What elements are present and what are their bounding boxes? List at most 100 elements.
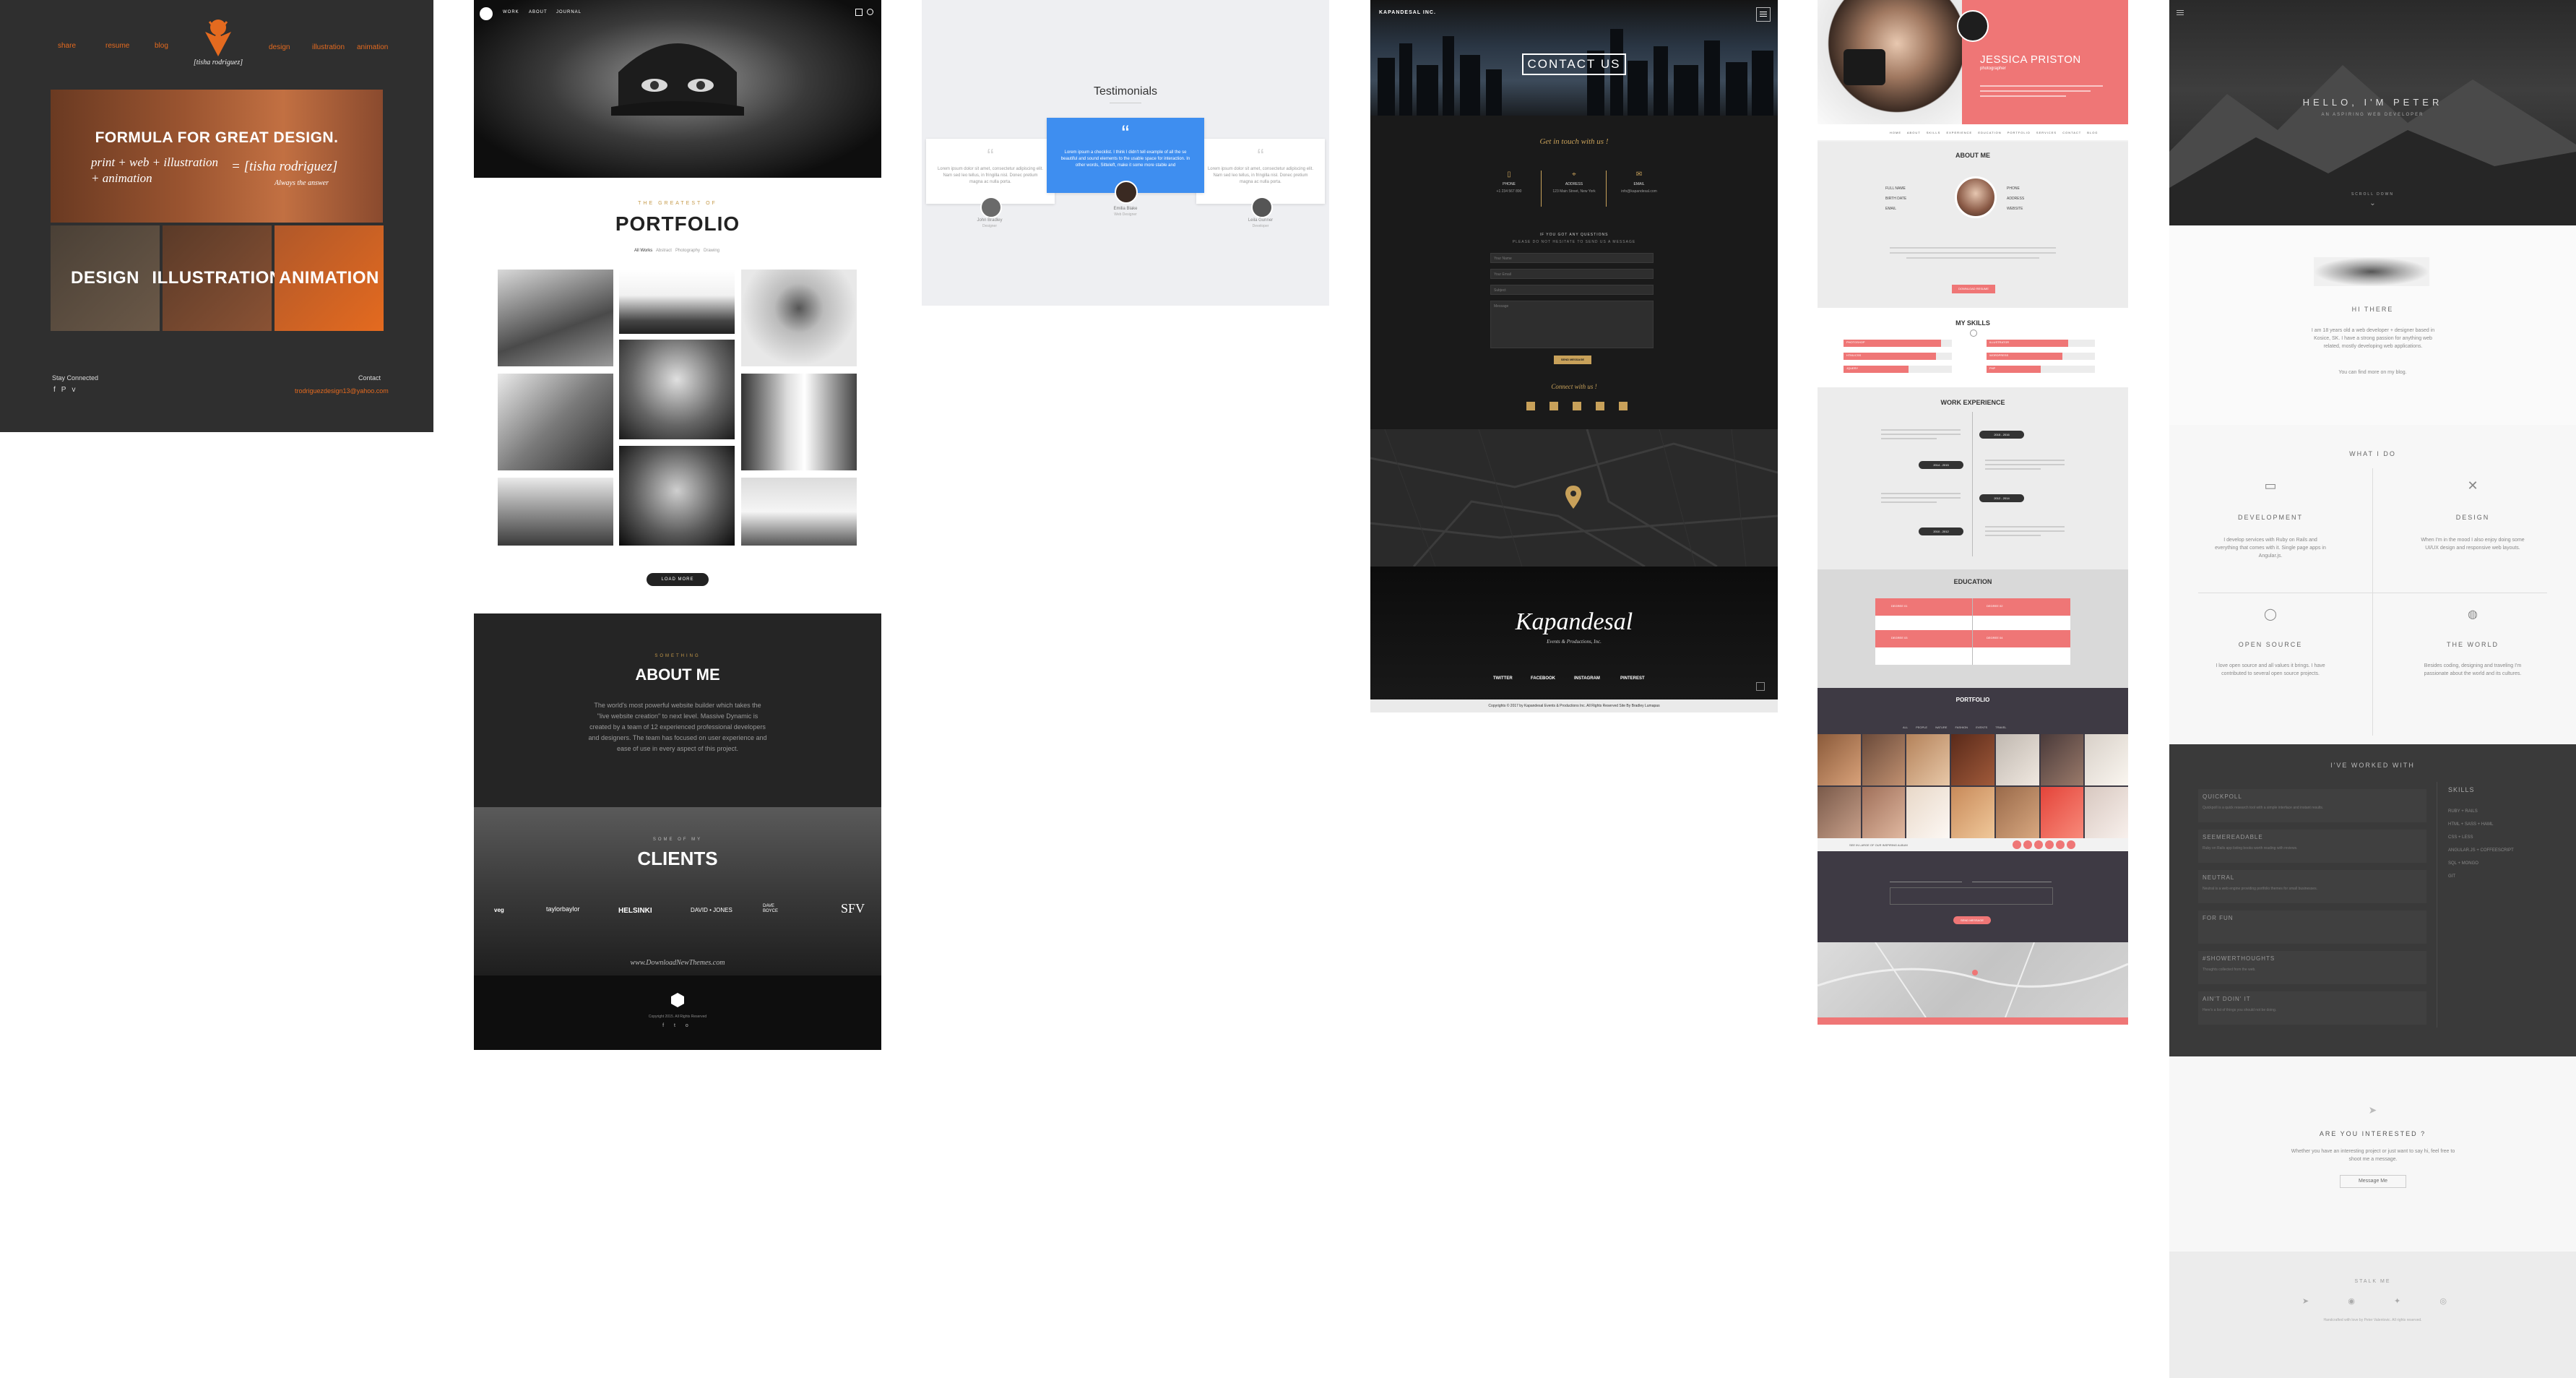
filter-travel[interactable]: TRAVEL [1995, 725, 2006, 729]
portfolio-thumb[interactable] [1951, 734, 1994, 785]
send-message-button[interactable]: SEND MESSAGE [1953, 916, 1991, 924]
worked-item[interactable]: QUICKPOLL Quickpoll is a quick research t… [2198, 789, 2426, 822]
page-dot[interactable] [2045, 840, 2054, 849]
portfolio-thumb[interactable] [1906, 734, 1950, 785]
filter-fashion[interactable]: FASHION [1955, 725, 1968, 729]
paper-plane-icon[interactable]: ➤ [2302, 1296, 2309, 1306]
nav-blog[interactable]: BLOG [2087, 131, 2098, 134]
nav-experience[interactable]: EXPERIENCE [1946, 131, 1972, 134]
facebook-icon[interactable]: f [53, 386, 61, 394]
portfolio-filters[interactable]: All Works Abstract Photography Drawing [634, 249, 719, 253]
map-area[interactable] [1817, 942, 2129, 1018]
footer-link-pinterest[interactable]: PINTEREST [1620, 676, 1645, 681]
page-dot[interactable] [2067, 840, 2075, 849]
brand-logo-icon[interactable] [1957, 10, 1989, 42]
filter-drawing[interactable]: Drawing [704, 249, 719, 253]
filter-all[interactable]: ALL [1903, 725, 1908, 729]
portfolio-thumb[interactable] [2085, 787, 2128, 838]
tile-illustration[interactable]: ILLUSTRATION [152, 225, 282, 331]
chevron-down-icon[interactable]: ⌄ [2169, 199, 2576, 207]
contact-email[interactable]: trodriguezdesign13@yahoo.com [295, 387, 389, 395]
message-me-button[interactable]: Message Me [2340, 1175, 2406, 1188]
contact-email-input[interactable] [1972, 874, 2052, 882]
portfolio-thumb[interactable] [2040, 787, 2084, 838]
portfolio-thumb[interactable] [1995, 734, 2039, 785]
page-dot[interactable] [2034, 840, 2043, 849]
worked-item[interactable]: #SHOWERTHOUGHTS Thoughts collected from t… [2198, 951, 2426, 984]
worked-item[interactable]: AIN'T DOIN' IT Here's a list of things yo… [2198, 991, 2426, 1025]
email-input[interactable]: Your Email [1490, 269, 1654, 279]
nav-journal[interactable]: JOURNAL [556, 10, 582, 14]
facebook-icon[interactable] [1526, 402, 1535, 410]
portfolio-thumb[interactable] [2040, 734, 2084, 785]
filter-people[interactable]: PEOPLE [1916, 725, 1927, 729]
social-icon-row[interactable] [1526, 402, 1628, 410]
send-message-button[interactable]: SEND MESSAGE [1554, 356, 1591, 364]
map-marker-icon[interactable] [1565, 486, 1581, 509]
download-resume-button[interactable]: DOWNLOAD RESUME [1952, 285, 1995, 293]
nav-services[interactable]: SERVICES [2036, 131, 2057, 134]
filter-nature[interactable]: NATURE [1935, 725, 1947, 729]
nav-blog[interactable]: blog [155, 42, 168, 50]
filter-all[interactable]: All Works [634, 249, 652, 253]
dribbble-icon[interactable]: ◎ [2439, 1296, 2447, 1306]
nav-items[interactable]: HOME ABOUT SKILLS EXPERIENCE EDUCATION P… [1890, 131, 2098, 134]
message-textarea[interactable]: Message [1490, 301, 1654, 348]
tisha-logo[interactable]: [tisha rodriguez] [189, 14, 247, 66]
portfolio-photo-grass[interactable] [498, 374, 613, 470]
nav-education[interactable]: EDUCATION [1978, 131, 2001, 134]
nav-design[interactable]: design [269, 43, 290, 51]
portfolio-photo-hills[interactable] [498, 478, 613, 546]
name-input[interactable]: Your Name [1490, 253, 1654, 263]
blog-line[interactable]: You can find more on my blog. [2169, 369, 2576, 376]
contact-name-input[interactable] [1890, 874, 1962, 882]
portfolio-thumb[interactable] [1818, 734, 1861, 785]
footer-social-icons[interactable]: f t o [474, 1023, 881, 1028]
nav-portfolio[interactable]: PORTFOLIO [2007, 131, 2031, 134]
page-dot[interactable] [2013, 840, 2021, 849]
tile-design[interactable]: DESIGN [51, 225, 160, 331]
portfolio-photo-peak[interactable] [619, 270, 735, 334]
portfolio-thumb[interactable] [1862, 734, 1906, 785]
portfolio-photo-woman[interactable] [619, 340, 735, 439]
pagination[interactable] [2013, 840, 2085, 849]
nav-animation[interactable]: animation [357, 43, 388, 51]
instagram-icon[interactable] [1596, 402, 1604, 410]
worked-item[interactable]: NEUTRAL Neutral is a web engine providing… [2198, 870, 2426, 903]
nav-contact[interactable]: CONTACT [2062, 131, 2081, 134]
portfolio-photo-hand[interactable] [741, 270, 857, 366]
portfolio-filters[interactable]: ALL PEOPLE NATURE FASHION EVENTS TRAVEL [1903, 725, 2007, 729]
filter-events[interactable]: EVENTS [1976, 725, 1987, 729]
contact-message-input[interactable] [1890, 887, 2053, 905]
share-icon[interactable] [855, 9, 863, 16]
vimeo-icon[interactable]: v [72, 386, 81, 394]
nav-work[interactable]: WORK [503, 10, 519, 14]
twitter-icon[interactable]: ✦ [2394, 1296, 2400, 1306]
brand-logo-icon[interactable] [480, 7, 493, 20]
portfolio-photo-waterfall[interactable] [741, 374, 857, 470]
nav-about[interactable]: ABOUT [1907, 131, 1921, 134]
social-icons[interactable]: fPv [53, 386, 81, 394]
scroll-down-label[interactable]: SCROLL DOWN [2169, 192, 2576, 197]
footer-link-instagram[interactable]: INSTAGRAM [1574, 676, 1600, 681]
portfolio-thumb[interactable] [1862, 787, 1906, 838]
tile-animation[interactable]: ANIMATION [275, 225, 384, 331]
twitter-icon[interactable] [1550, 402, 1558, 410]
footer-link-facebook[interactable]: FACEBOOK [1531, 676, 1555, 681]
filter-photography[interactable]: Photography [675, 249, 700, 253]
nav-about[interactable]: ABOUT [529, 10, 548, 14]
filter-abstract[interactable]: Abstract [656, 249, 672, 253]
pinterest-icon[interactable]: P [61, 386, 72, 394]
social-icons[interactable]: ➤ ◉ ✦ ◎ [2302, 1296, 2447, 1306]
portfolio-photo-old-man[interactable] [619, 446, 735, 546]
scroll-top-icon[interactable] [1756, 682, 1765, 691]
nav-share[interactable]: share [58, 42, 76, 50]
brand-name[interactable]: KAPANDESAL INC. [1379, 10, 1436, 15]
load-more-button[interactable]: LOAD MORE [647, 573, 709, 586]
nav-illustration[interactable]: illustration [312, 43, 345, 51]
subject-input[interactable]: Subject [1490, 285, 1654, 295]
menu-icon[interactable] [2177, 10, 2184, 17]
worked-item[interactable]: SEEMEREADABLE Ruby on Rails app listing b… [2198, 830, 2426, 863]
menu-icon[interactable] [1756, 7, 1771, 22]
github-icon[interactable]: ◉ [2348, 1296, 2355, 1306]
